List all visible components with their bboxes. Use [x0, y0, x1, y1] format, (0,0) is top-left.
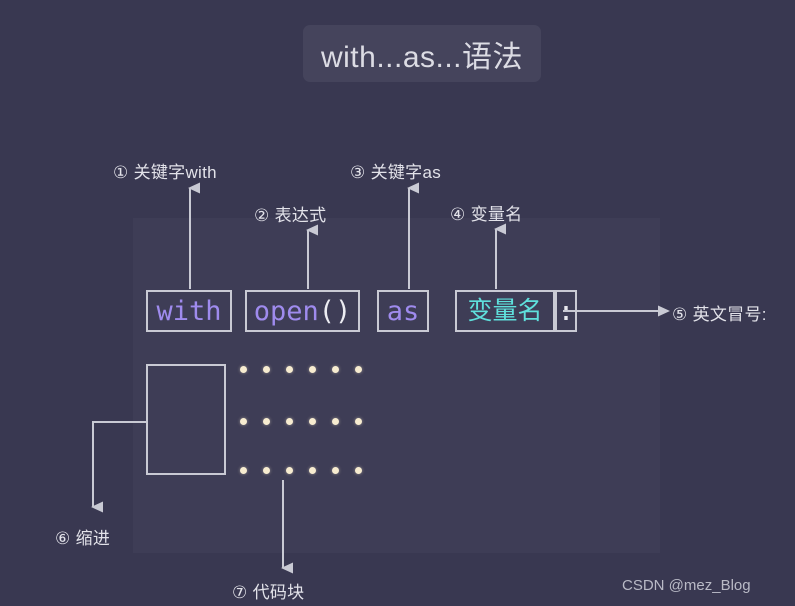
code-dot	[332, 418, 339, 425]
token-variable-name[interactable]: 变量名	[455, 290, 555, 332]
code-dot	[263, 467, 270, 474]
annotation-label-1: ① 关键字with	[113, 163, 217, 182]
code-dot	[332, 467, 339, 474]
watermark: CSDN @mez_Blog	[622, 577, 751, 594]
annotation-label-4: ④ 变量名	[450, 205, 523, 224]
code-dot	[240, 467, 247, 474]
code-dot	[355, 467, 362, 474]
code-line: with open() as 变量名 :	[146, 290, 577, 332]
token-open-name: open	[253, 295, 319, 327]
code-block-dot-row	[240, 418, 362, 425]
code-dot	[263, 418, 270, 425]
annotation-label-3: ③ 关键字as	[350, 163, 442, 182]
code-dot	[309, 418, 316, 425]
annotation-label-5: ⑤ 英文冒号:	[672, 305, 767, 324]
code-dot	[240, 366, 247, 373]
code-dot	[286, 467, 293, 474]
token-open-parens: ()	[318, 295, 352, 327]
code-dot	[240, 418, 247, 425]
code-dot	[332, 366, 339, 373]
token-open[interactable]: open()	[245, 290, 360, 332]
diagram-title: with...as...语法	[303, 25, 541, 82]
token-as[interactable]: as	[377, 290, 429, 332]
token-with[interactable]: with	[146, 290, 232, 332]
diagram-root: with...as...语法 with open () as 变量名: ① 关…	[0, 0, 795, 606]
code-dot	[355, 418, 362, 425]
indent-box[interactable]	[146, 364, 226, 475]
annotation-label-2: ② 表达式	[254, 206, 327, 225]
code-dot	[286, 418, 293, 425]
token-colon[interactable]: :	[555, 290, 577, 332]
code-dot	[263, 366, 270, 373]
code-dot	[309, 366, 316, 373]
code-dot	[286, 366, 293, 373]
annotation-label-6: ⑥ 缩进	[55, 529, 111, 548]
code-dot	[309, 467, 316, 474]
annotation-label-7: ⑦ 代码块	[232, 583, 305, 602]
code-block-dot-row	[240, 366, 362, 373]
code-block-dot-row	[240, 467, 362, 474]
code-dot	[355, 366, 362, 373]
